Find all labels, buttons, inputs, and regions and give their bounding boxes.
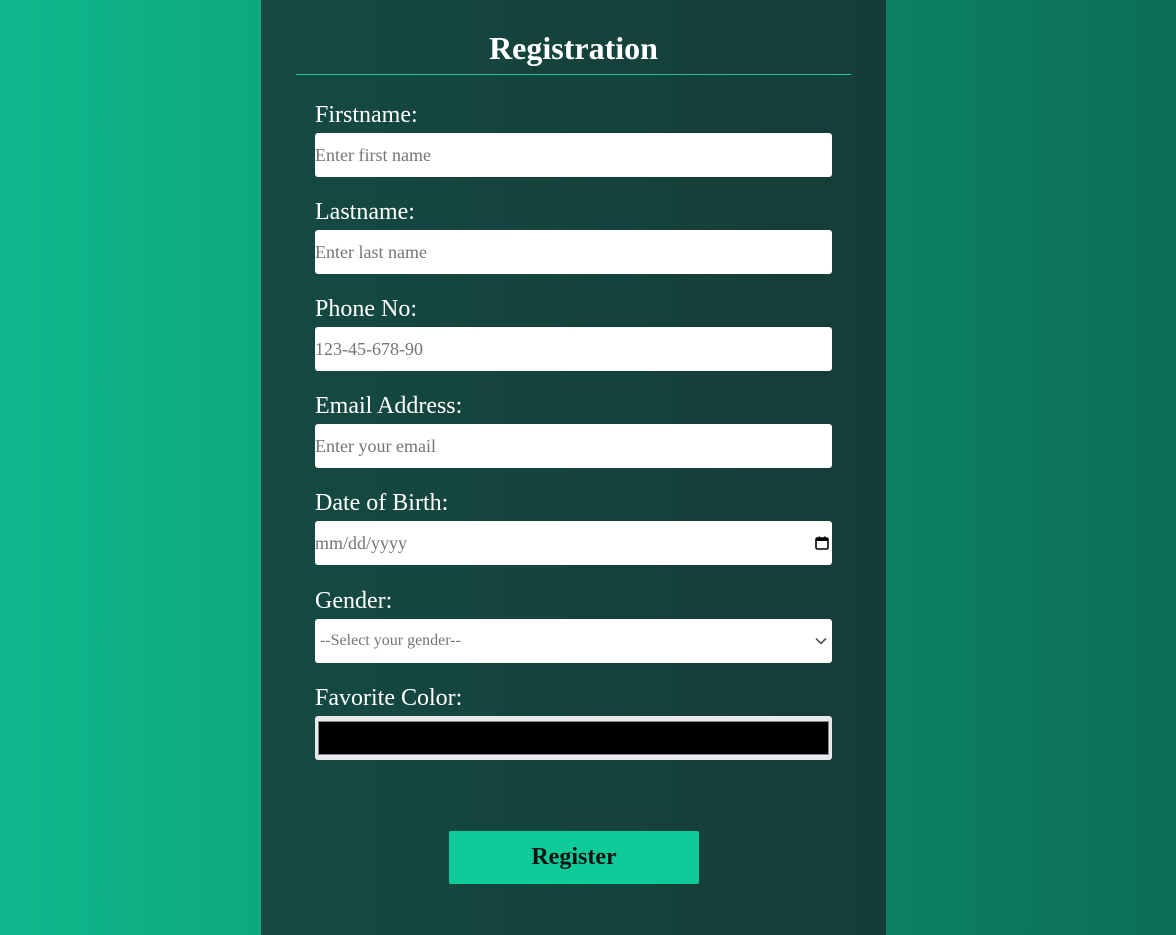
phone-input-box: [315, 327, 832, 371]
lastname-label: Lastname:: [315, 199, 415, 225]
gender-selected-value: --Select your gender--: [320, 632, 461, 649]
firstname-field: Firstname:: [315, 101, 832, 177]
email-label: Email Address:: [315, 393, 463, 419]
lastname-field: Lastname:: [315, 198, 832, 274]
phone-field: Phone No:: [315, 295, 832, 371]
favorite-color-label: Favorite Color:: [315, 685, 463, 711]
dob-label: Date of Birth:: [315, 490, 449, 516]
registration-card: Registration Firstname: Lastname: Phone …: [261, 0, 886, 935]
dob-placeholder: mm/dd/yyyy: [315, 533, 408, 553]
dob-field: Date of Birth: mm/dd/yyyy: [315, 489, 832, 565]
page-title: Registration: [489, 30, 658, 66]
phone-label: Phone No:: [315, 296, 417, 322]
chevron-down-icon: [815, 637, 827, 645]
email-input-box: [315, 424, 832, 468]
favorite-color-picker[interactable]: [315, 716, 832, 760]
favorite-color-field: Favorite Color:: [315, 684, 832, 760]
calendar-icon[interactable]: [815, 536, 829, 550]
email-input[interactable]: [315, 424, 832, 468]
register-button[interactable]: Register: [449, 831, 699, 884]
firstname-input-box: [315, 133, 832, 177]
dob-input[interactable]: mm/dd/yyyy: [315, 521, 832, 565]
gender-select[interactable]: --Select your gender--: [315, 619, 832, 663]
color-swatch: [318, 721, 829, 755]
gender-label: Gender:: [315, 588, 393, 614]
email-field: Email Address:: [315, 392, 832, 468]
lastname-input[interactable]: [315, 230, 832, 274]
title-divider: [296, 74, 851, 75]
firstname-input[interactable]: [315, 133, 832, 177]
firstname-label: Firstname:: [315, 102, 418, 128]
phone-input[interactable]: [315, 327, 832, 371]
gender-field: Gender: --Select your gender--: [315, 587, 832, 663]
lastname-input-box: [315, 230, 832, 274]
